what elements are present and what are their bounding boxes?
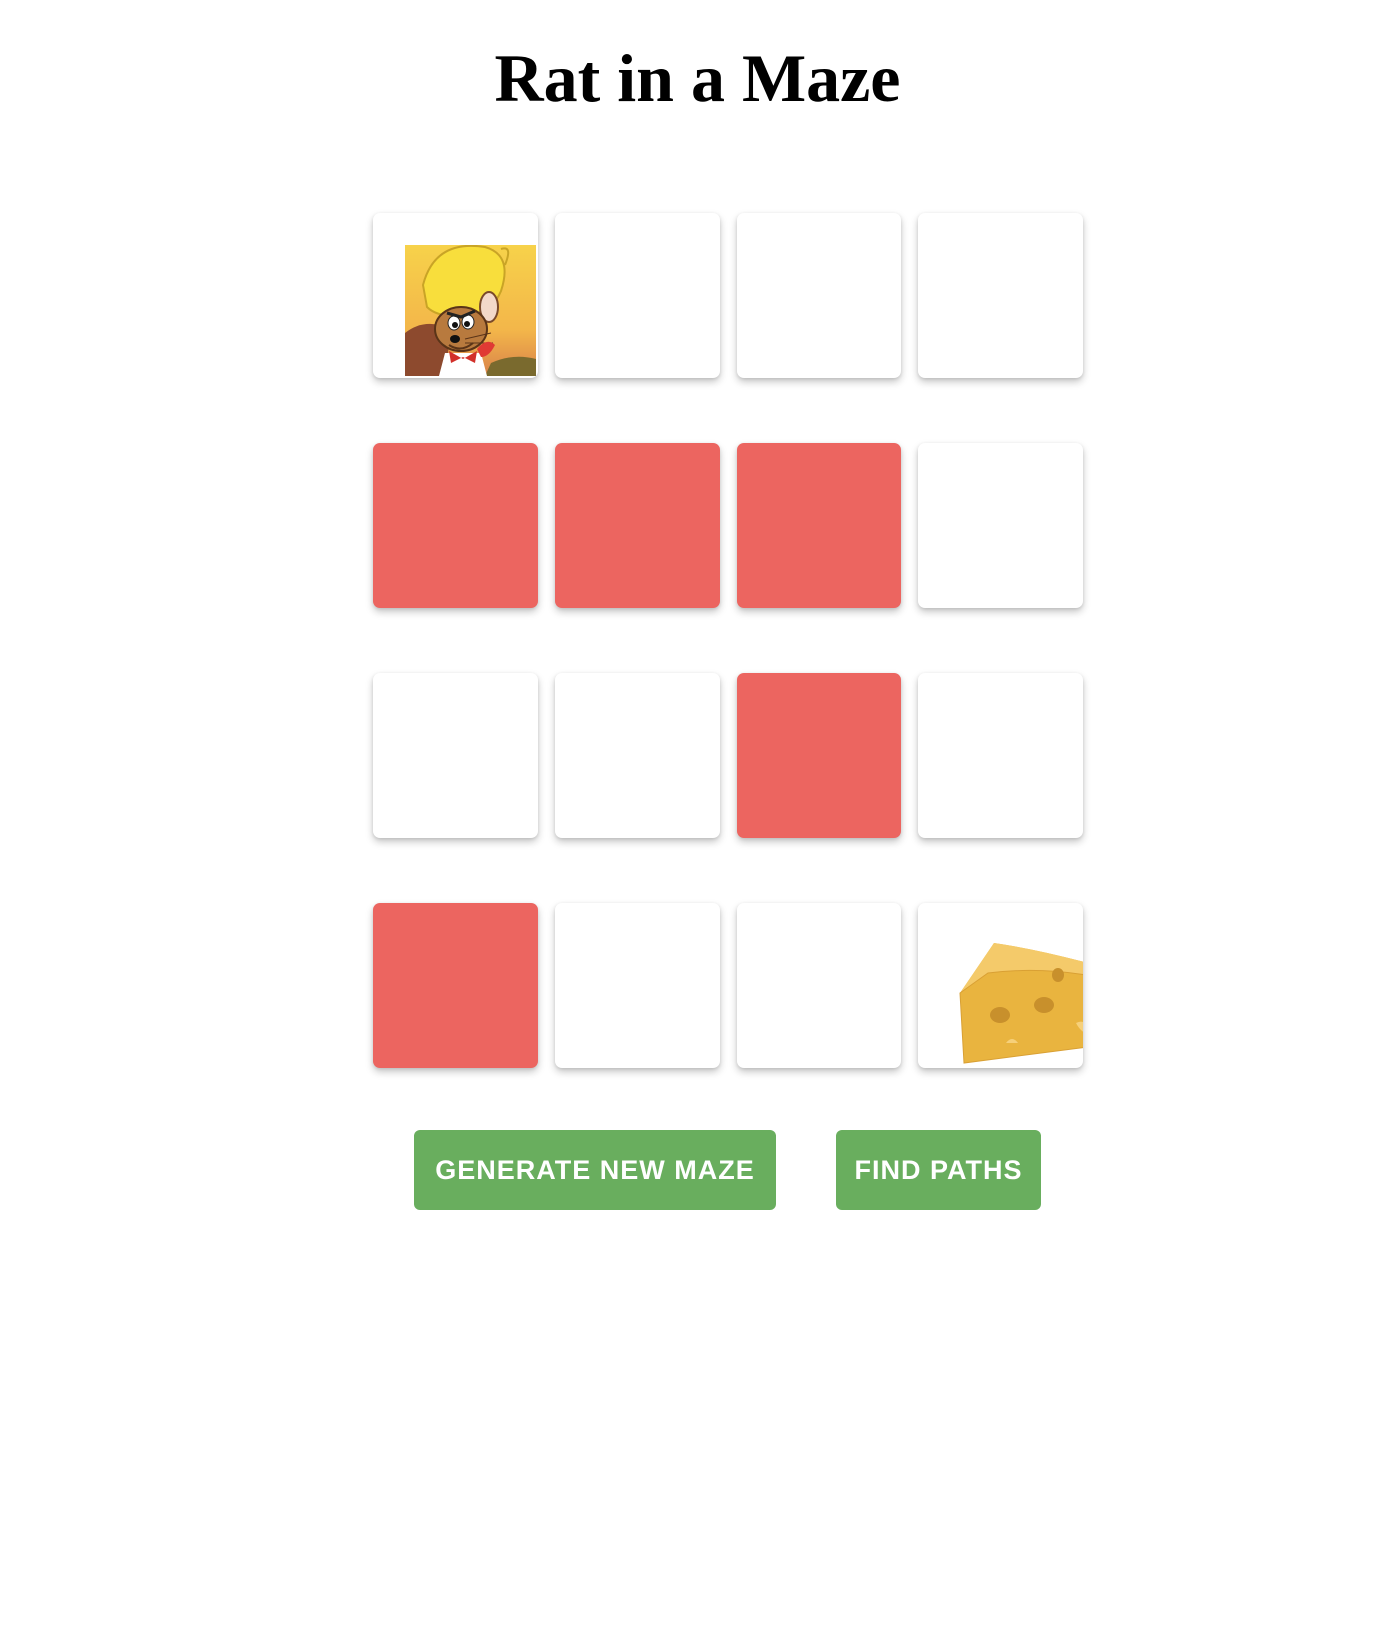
maze-row — [373, 443, 1083, 608]
maze-row — [373, 903, 1083, 1068]
maze-cell-blocked[interactable] — [736, 443, 902, 608]
maze-cell-start[interactable] — [373, 213, 538, 378]
maze-cell-goal[interactable] — [918, 903, 1083, 1068]
maze-cell[interactable] — [918, 673, 1083, 838]
find-paths-button[interactable]: FIND PATHS — [836, 1130, 1041, 1210]
maze-cell-blocked[interactable] — [736, 673, 902, 838]
maze-cell[interactable] — [918, 213, 1083, 378]
maze-grid — [373, 213, 1083, 1133]
cheese-icon — [959, 943, 1083, 1064]
maze-cell[interactable] — [736, 213, 902, 378]
maze-row — [373, 213, 1083, 378]
maze-row — [373, 673, 1083, 838]
maze-cell[interactable] — [736, 903, 902, 1068]
maze-cell[interactable] — [918, 443, 1083, 608]
maze-cell[interactable] — [554, 903, 720, 1068]
maze-cell-blocked[interactable] — [373, 443, 538, 608]
maze-cell-blocked[interactable] — [373, 903, 538, 1068]
maze-cell[interactable] — [554, 213, 720, 378]
cartoon-mouse-icon — [405, 245, 536, 376]
maze-cell-blocked[interactable] — [554, 443, 720, 608]
generate-new-maze-button[interactable]: GENERATE NEW MAZE — [414, 1130, 776, 1210]
page-title: Rat in a Maze — [494, 40, 901, 116]
maze-cell[interactable] — [373, 673, 538, 838]
maze-cell[interactable] — [554, 673, 720, 838]
